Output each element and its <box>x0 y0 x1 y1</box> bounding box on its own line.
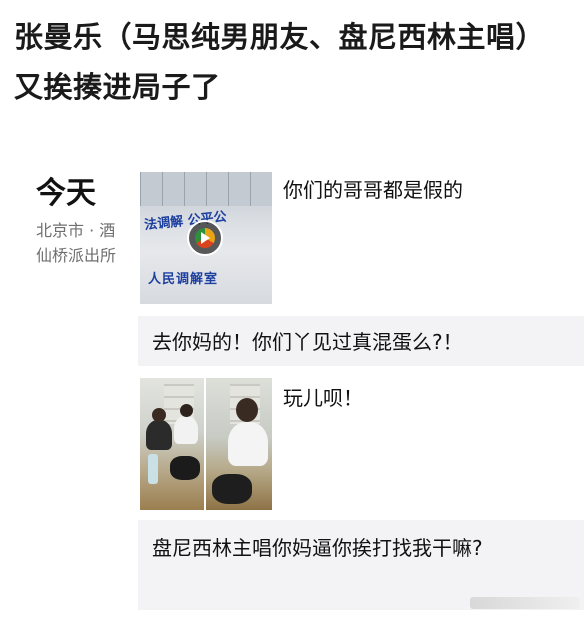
video-thumbnail[interactable]: 法调解 公平公 人民调解室 <box>140 172 272 304</box>
watermark <box>470 597 580 609</box>
moments-day-label: 今天 <box>36 176 96 211</box>
post-text: 你们的哥哥都是假的 <box>283 178 463 202</box>
play-icon[interactable] <box>187 220 223 256</box>
person-head-image <box>152 408 166 422</box>
person-image <box>174 416 198 444</box>
person-head-image <box>236 398 258 422</box>
photo-thumbnail[interactable] <box>140 378 204 510</box>
post-text: 玩儿呗！ <box>283 386 363 410</box>
banner-text-bottom: 人民调解室 <box>148 272 219 287</box>
person-image <box>146 420 172 450</box>
location-label[interactable]: 北京市 · 酒仙桥派出所 <box>36 218 126 268</box>
photo-thumbnail[interactable] <box>206 378 272 510</box>
bag-image <box>170 456 200 480</box>
ceiling-panels <box>140 172 272 206</box>
person-image <box>228 422 268 466</box>
person-head-image <box>180 404 193 417</box>
bottle-image <box>148 454 158 484</box>
bag-image <box>212 474 252 504</box>
headline: 张曼乐（马思纯男朋友、盘尼西林主唱）又挨揍进局子了 <box>14 20 546 104</box>
comment-bubble: 去你妈的！你们丫见过真混蛋么?！ <box>138 316 584 366</box>
